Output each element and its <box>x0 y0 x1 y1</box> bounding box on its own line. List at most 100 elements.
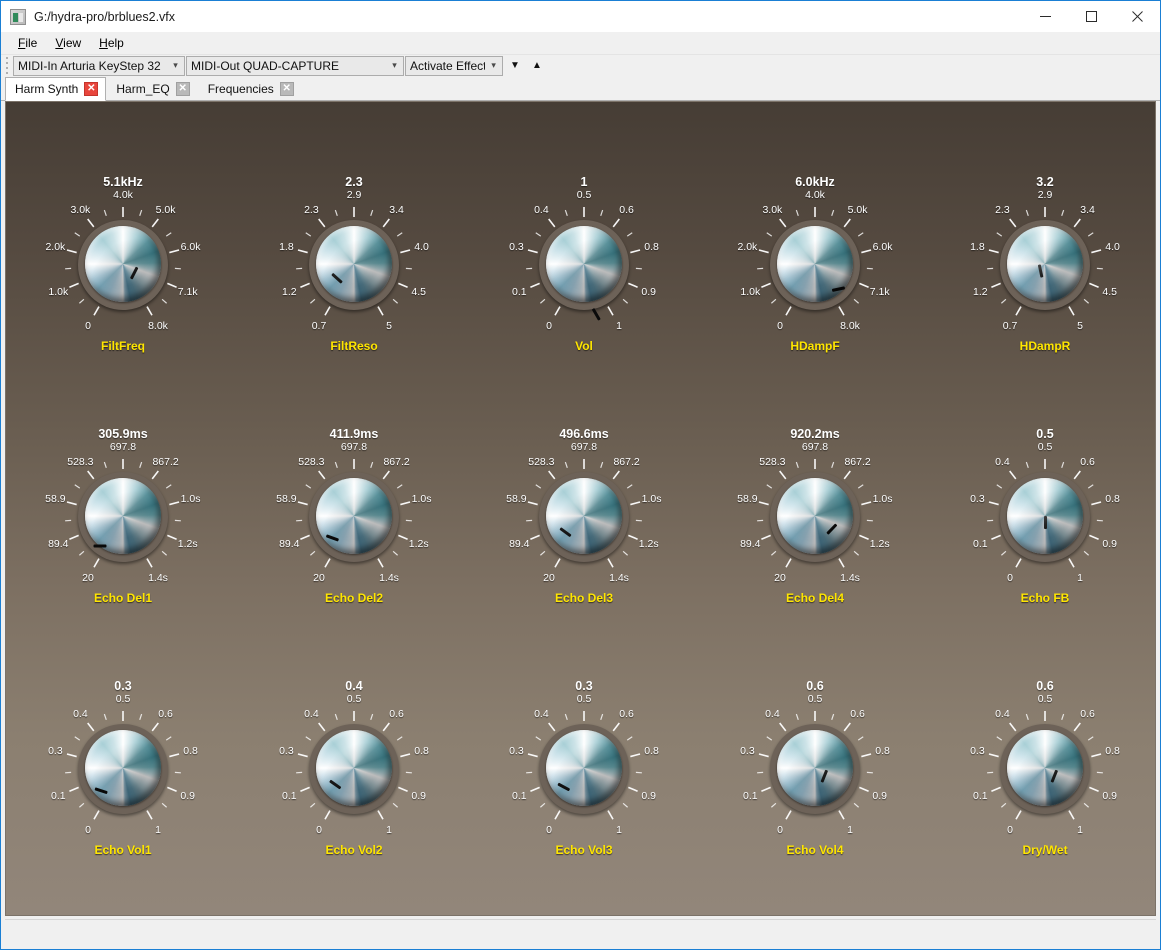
knob-hdampf[interactable]: 6.0kHz 0 1.0k 2.0k 3.0k 4.0k 5.0k 6.0k 7.1k 8.0k H… <box>720 174 910 354</box>
knob-name-label: FiltReso <box>330 339 378 353</box>
knob-tick-label: 20 <box>313 571 325 584</box>
knob-indicator <box>814 523 837 547</box>
tab-harm-synth[interactable]: Harm Synth ✕ <box>5 77 107 101</box>
midi-in-combo[interactable]: MIDI-In Arturia KeyStep 32 ▾ <box>13 55 185 76</box>
activate-effect-value: Activate Effect <box>410 58 486 73</box>
knob-dial[interactable]: 20 89.4 58.9 528.3 697.8 867.2 1.0s 1.2s 1.4s <box>506 441 661 592</box>
knob-tick-label: 0.1 <box>742 789 758 802</box>
knob-face <box>85 226 161 302</box>
knob-tick-label: 0.6 <box>389 707 404 720</box>
knob-echo-vol3[interactable]: 0.3 0 0.1 0.3 0.4 0.5 0.6 0.8 0.9 1 Echo Vol3 <box>489 678 679 858</box>
knob-tick-label: 1 <box>386 823 392 836</box>
knob-tick-label: 2.0k <box>45 240 66 253</box>
knob-tick-label: 0.6 <box>619 203 634 216</box>
preset-up-button[interactable]: ▲ <box>526 56 548 76</box>
knob-tick-label: 0.5 <box>807 693 823 705</box>
knob-filtfreq[interactable]: 5.1kHz 0 1.0k 2.0k 3.0k 4.0k 5.0k 6.0k 7.1k 8.0k F… <box>28 174 218 354</box>
knob-tick-label: 0.1 <box>511 285 527 298</box>
knob-tick-label: 3.0k <box>762 203 783 216</box>
knob-name-label: Echo Del4 <box>785 591 845 605</box>
knob-value-readout: 496.6ms <box>559 427 609 441</box>
minimize-button[interactable] <box>1022 1 1068 32</box>
knob-tick-label: 4.0 <box>1105 240 1120 253</box>
knob-dial[interactable]: 0 1.0k 2.0k 3.0k 4.0k 5.0k 6.0k 7.1k 8.0k <box>45 189 201 340</box>
knob-tick-label: 0.8 <box>1105 492 1120 505</box>
knob-tick-label: 528.3 <box>528 455 555 468</box>
knob-dial[interactable]: 20 89.4 58.9 528.3 697.8 867.2 1.0s 1.2s 1.4s <box>737 441 893 592</box>
close-icon[interactable]: ✕ <box>279 82 294 96</box>
knob-echo-fb[interactable]: 0.5 0 0.1 0.3 0.4 0.5 0.6 0.8 0.9 1 Echo FB <box>950 426 1140 606</box>
knob-tick-label: 3.4 <box>1080 203 1095 216</box>
knob-tick-label: 0.3 <box>509 744 524 757</box>
knob-dial[interactable]: 0 0.1 0.3 0.4 0.5 0.6 0.8 0.9 1 <box>279 693 429 844</box>
knob-tick-label: 0.9 <box>1102 537 1117 550</box>
tab-frequencies[interactable]: Frequencies ✕ <box>198 77 302 101</box>
knob-dial[interactable]: 0 0.1 0.3 0.4 0.5 0.6 0.8 0.9 1 <box>970 693 1120 844</box>
close-icon[interactable]: ✕ <box>175 82 190 96</box>
knob-tick-label: 20 <box>774 571 786 584</box>
knob-dial[interactable]: 0 0.1 0.3 0.4 0.5 0.6 0.8 0.9 1 <box>509 693 659 844</box>
knob-echo-del3[interactable]: 496.6ms 20 89.4 58.9 528.3 697.8 867.2 1.0s 1.2s… <box>489 426 679 606</box>
knob-dial[interactable]: 0 0.1 0.3 0.4 0.5 0.6 0.8 0.9 1 <box>509 189 659 340</box>
menu-file[interactable]: File <box>9 34 46 53</box>
knob-dial[interactable]: 20 89.4 58.9 528.3 697.8 867.2 1.0s 1.2s 1.4s <box>45 441 201 592</box>
knob-dial[interactable]: 0 0.1 0.3 0.4 0.5 0.6 0.8 0.9 1 <box>740 693 890 844</box>
activate-effect-combo[interactable]: Activate Effect ▾ <box>405 55 503 76</box>
knob-face <box>777 478 853 554</box>
knob-face <box>85 730 161 806</box>
knob-tick-label: 528.3 <box>298 455 325 468</box>
knob-vol[interactable]: 1 0 0.1 0.3 0.4 0.5 0.6 0.8 0.9 1 Vol <box>489 174 679 354</box>
plugin-panel: 5.1kHz 0 1.0k 2.0k 3.0k 4.0k 5.0k 6.0k 7.1k 8.0k F… <box>5 101 1156 916</box>
knob-bezel <box>770 472 860 562</box>
knob-name-label: Vol <box>575 339 593 353</box>
knob-echo-vol2[interactable]: 0.4 0 0.1 0.3 0.4 0.5 0.6 0.8 0.9 1 Echo Vol2 <box>259 678 449 858</box>
knob-tick-label: 0.6 <box>158 707 173 720</box>
knob-grid: 5.1kHz 0 1.0k 2.0k 3.0k 4.0k 5.0k 6.0k 7.1k 8.0k F… <box>6 102 1155 915</box>
window-controls <box>1022 1 1160 32</box>
close-button[interactable] <box>1114 1 1160 32</box>
preset-down-button[interactable]: ▼ <box>504 56 526 76</box>
knob-tick-label: 1.0s <box>180 492 201 505</box>
knob-echo-vol1[interactable]: 0.3 0 0.1 0.3 0.4 0.5 0.6 0.8 0.9 1 Echo Vol1 <box>28 678 218 858</box>
knob-tick-label: 697.8 <box>109 441 137 453</box>
knob-bezel <box>539 220 629 321</box>
midi-in-value: MIDI-In Arturia KeyStep 32 <box>18 58 161 73</box>
knob-tick-label: 1.4s <box>840 571 860 584</box>
knob-indicator <box>814 769 828 799</box>
close-icon[interactable]: ✕ <box>84 82 99 96</box>
menu-view[interactable]: View <box>46 34 90 53</box>
knob-tick-label: 0.8 <box>875 744 890 757</box>
menu-help[interactable]: Help <box>90 34 133 53</box>
knob-dial[interactable]: 0 0.1 0.3 0.4 0.5 0.6 0.8 0.9 1 <box>48 693 198 844</box>
knob-tick-label: 0.3 <box>279 744 294 757</box>
knob-dial[interactable]: 0.7 1.2 1.8 2.3 2.9 3.4 4.0 4.5 5 <box>970 189 1120 340</box>
knob-tick-label: 0.8 <box>414 744 429 757</box>
knob-filtreso[interactable]: 2.3 0.7 1.2 1.8 2.3 2.9 3.4 4.0 4.5 5 FiltReso <box>259 174 449 354</box>
knob-hdampr[interactable]: 3.2 0.7 1.2 1.8 2.3 2.9 3.4 4.0 4.5 5 HDampR <box>950 174 1140 354</box>
knob-echo-del1[interactable]: 305.9ms 20 89.4 58.9 528.3 697.8 867.2 1.0s 1.2s… <box>28 426 218 606</box>
knob-tick-label: 0.4 <box>765 707 780 720</box>
knob-tick-label: 1.2s <box>638 537 659 550</box>
knob-tick-label: 1.0s <box>872 492 893 505</box>
knob-tick-label: 867.2 <box>152 455 179 468</box>
knob-echo-del4[interactable]: 920.2ms 20 89.4 58.9 528.3 697.8 867.2 1.0s 1.2s… <box>720 426 910 606</box>
knob-echo-del2[interactable]: 411.9ms 20 89.4 58.9 528.3 697.8 867.2 1.0s 1.2s… <box>259 426 449 606</box>
knob-dial[interactable]: 20 89.4 58.9 528.3 697.8 867.2 1.0s 1.2s 1.4s <box>276 441 431 592</box>
toolbar-grip[interactable] <box>3 57 10 75</box>
knob-tick-label: 1.8 <box>279 240 294 253</box>
knob-dial[interactable]: 0 1.0k 2.0k 3.0k 4.0k 5.0k 6.0k 7.1k 8.0k <box>737 189 892 340</box>
knob-name-label: Echo Del3 <box>554 591 614 605</box>
knob-bezel <box>539 472 629 562</box>
knob-echo-vol4[interactable]: 0.6 0 0.1 0.3 0.4 0.5 0.6 0.8 0.9 1 Echo Vol4 <box>720 678 910 858</box>
knob-dial[interactable]: 0.7 1.2 1.8 2.3 2.9 3.4 4.0 4.5 5 <box>279 189 429 340</box>
knob-name-label: Dry/Wet <box>1022 843 1068 857</box>
maximize-button[interactable] <box>1068 1 1114 32</box>
knob-tick-label: 0.6 <box>1080 455 1095 468</box>
knob-dial[interactable]: 0 0.1 0.3 0.4 0.5 0.6 0.8 0.9 1 <box>970 441 1120 592</box>
knob-tick-label: 6.0k <box>180 240 201 253</box>
tab-harm-eq[interactable]: Harm_EQ ✕ <box>106 77 197 101</box>
knob-tick-label: 0.5 <box>1037 441 1053 453</box>
midi-out-combo[interactable]: MIDI-Out QUAD-CAPTURE ▾ <box>186 55 404 76</box>
knob-tick-label: 2.0k <box>737 240 758 253</box>
knob-dry-wet[interactable]: 0.6 0 0.1 0.3 0.4 0.5 0.6 0.8 0.9 1 Dry/Wet <box>950 678 1140 858</box>
